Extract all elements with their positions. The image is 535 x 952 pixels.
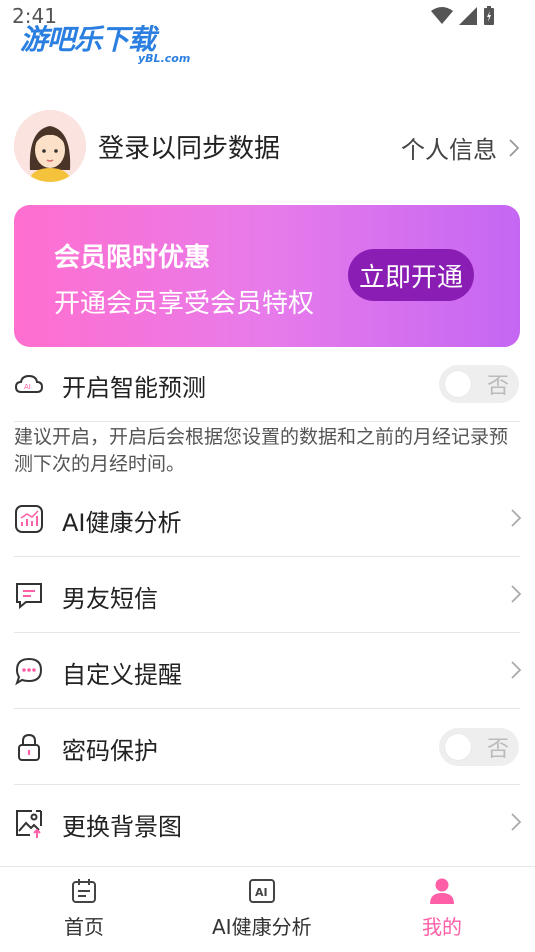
menu-boyfriend-sms-label[interactable]: 男友短信	[62, 579, 158, 614]
smart-prediction-label: 开启智能预测	[62, 374, 206, 402]
vip-banner[interactable]: 会员限时优惠 开通会员享受会员特权 立即开通	[14, 205, 520, 347]
calendar-icon	[72, 879, 96, 903]
smart-prediction-toggle[interactable]: 否	[439, 365, 519, 403]
toggle-knob	[445, 734, 471, 760]
watermark-main-text: 游吧乐下载	[20, 23, 156, 56]
ai-icon: AI	[248, 879, 275, 903]
chevron-right-icon[interactable]	[511, 661, 521, 679]
nav-ai-health[interactable]: AI AI健康分析	[212, 877, 312, 940]
vip-subtitle: 开通会员享受会员特权	[54, 289, 315, 319]
chevron-right-icon[interactable]	[511, 813, 521, 831]
menu-custom-reminder-label[interactable]: 自定义提醒	[62, 655, 182, 690]
chevron-right-icon[interactable]	[511, 585, 521, 603]
wifi-icon	[431, 7, 453, 24]
login-sync-text[interactable]: 登录以同步数据	[98, 128, 280, 165]
toggle-knob	[445, 371, 471, 397]
watermark-sub-text: yBL.com	[138, 52, 191, 65]
user-icon	[430, 878, 454, 904]
open-vip-button[interactable]: 立即开通	[348, 249, 474, 301]
personal-info-label: 个人信息	[401, 136, 497, 164]
bottom-navigation: 首页 AI AI健康分析 我的	[0, 866, 535, 952]
password-protection-toggle[interactable]: 否	[439, 728, 519, 766]
menu-ai-health-label[interactable]: AI健康分析	[62, 503, 182, 538]
avatar-illustration-icon	[14, 110, 86, 182]
chevron-right-icon[interactable]	[511, 509, 521, 527]
prediction-hint: 建议开启，开启后会根据您设置的数据和之前的月经记录预测下次的月经时间。	[14, 426, 509, 475]
nav-mine-label: 我的	[422, 915, 462, 939]
divider	[14, 708, 520, 709]
nav-ai-health-label: AI健康分析	[212, 915, 312, 939]
svg-text:AI: AI	[255, 886, 268, 899]
image-icon	[16, 810, 42, 838]
signal-icon	[459, 7, 477, 25]
divider	[14, 632, 520, 633]
nav-home[interactable]: 首页	[64, 877, 104, 940]
svg-text:AI: AI	[24, 383, 31, 391]
avatar[interactable]	[14, 110, 86, 182]
personal-info-link[interactable]: 个人信息	[401, 130, 519, 165]
toggle-state-text: 否	[486, 737, 509, 762]
chevron-right-icon	[509, 138, 519, 157]
chat-dots-icon	[15, 657, 43, 686]
message-icon	[16, 583, 42, 610]
ai-cloud-icon: AI	[14, 374, 44, 393]
nav-home-label: 首页	[64, 915, 104, 939]
divider	[14, 556, 520, 557]
nav-mine[interactable]: 我的	[422, 877, 462, 940]
toggle-state-text: 否	[486, 374, 509, 399]
divider	[14, 784, 520, 785]
menu-password-label: 密码保护	[62, 737, 158, 765]
menu-change-background-label[interactable]: 更换背景图	[62, 807, 182, 842]
divider	[14, 421, 520, 422]
chart-icon	[15, 505, 43, 533]
vip-title: 会员限时优惠	[54, 243, 211, 273]
status-icons	[431, 6, 495, 26]
lock-icon	[18, 733, 40, 761]
watermark-logo: 游吧乐下载 yBL.com	[20, 18, 190, 65]
battery-icon	[484, 6, 494, 25]
